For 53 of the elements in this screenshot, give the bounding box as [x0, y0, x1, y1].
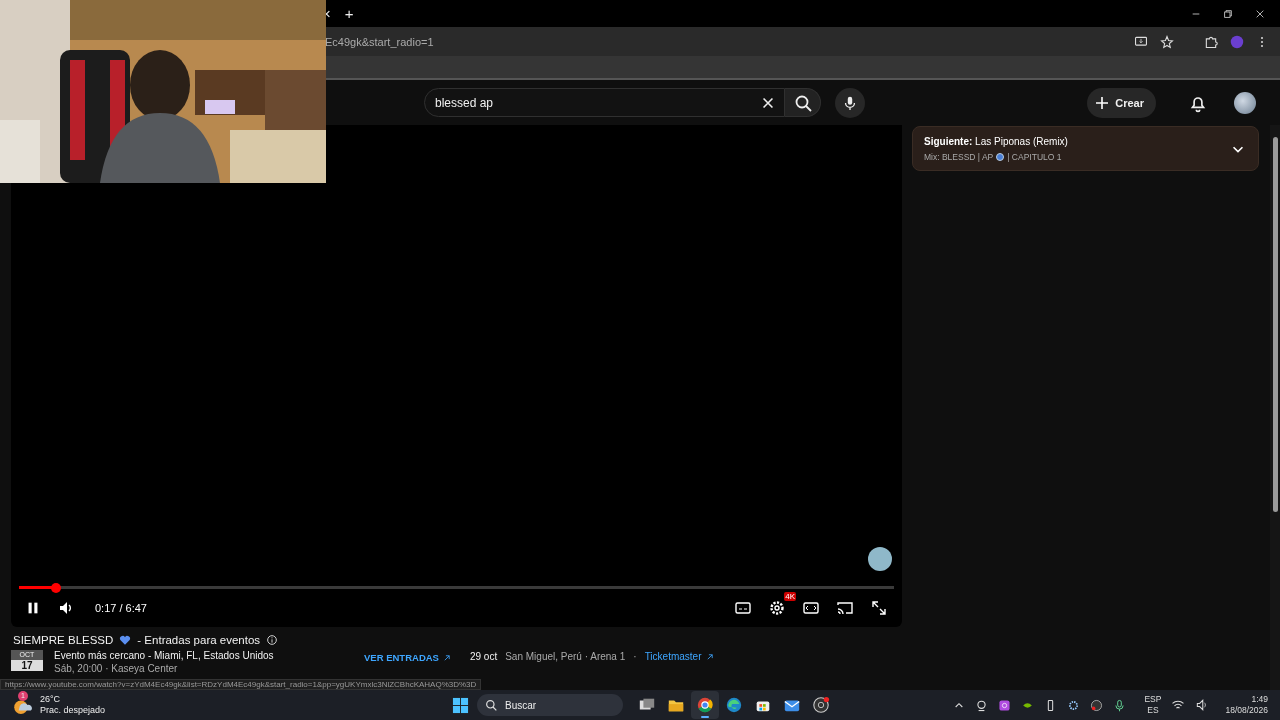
scrollbar[interactable]	[1270, 125, 1280, 690]
taskbar-search-field[interactable]: Buscar	[477, 694, 623, 716]
restore-icon	[1222, 7, 1234, 20]
mix-subtitle: Mix: BLESSD | AP	[924, 151, 994, 162]
disc-icon	[996, 152, 1005, 161]
app-tray-icon	[998, 698, 1012, 712]
info-icon	[266, 634, 279, 646]
search-icon	[485, 699, 497, 711]
theater-mode-icon	[802, 599, 820, 617]
webcam-icon	[975, 698, 989, 712]
heart-icon	[119, 634, 132, 646]
puzzle-icon	[1204, 34, 1218, 49]
voice-search-button[interactable]	[835, 87, 865, 118]
search-button[interactable]	[785, 88, 821, 117]
install-icon	[1134, 34, 1148, 49]
up-next-title: Siguiente: Las Piponas (Remix)	[924, 135, 1069, 147]
ticket-heading: SIEMPRE BLESSD	[13, 634, 114, 646]
temperature: 26°C	[40, 694, 62, 705]
avatar[interactable]	[1234, 91, 1256, 114]
keyboard-layout[interactable]: ES	[1147, 705, 1159, 716]
clock-date: 18/08/2026	[1225, 705, 1268, 716]
ticket-heading-suffix: - Entradas para eventos	[137, 634, 261, 646]
microphone-icon	[1113, 698, 1127, 712]
cast-icon	[836, 599, 854, 617]
search-field[interactable]: blessed ap	[424, 88, 785, 117]
new-tab-button[interactable]: +	[344, 5, 354, 22]
microphone-icon	[842, 94, 858, 111]
quality-badge: 4K	[784, 592, 796, 601]
tickets-link[interactable]: VER ENTRADAS	[364, 652, 452, 663]
create-button[interactable]: Crear	[1087, 87, 1156, 118]
event-title: Evento más cercano - Miami, FL, Estados Unidos	[54, 650, 275, 661]
event-date: 29 oct	[469, 651, 498, 662]
subtitles-icon	[734, 599, 752, 617]
separator-dot: ·	[633, 651, 637, 662]
settings-icon	[768, 599, 786, 617]
mix-chapter: | CAPITULO 1	[1007, 151, 1062, 162]
star-icon	[1160, 34, 1174, 49]
fullscreen-icon	[870, 599, 888, 617]
video-player[interactable]: 0:17 / 6:47 4K	[11, 125, 902, 627]
taskbar-app[interactable]	[691, 691, 719, 719]
event-day: 17	[11, 660, 43, 671]
time-display: 0:17 / 6:47	[95, 602, 147, 614]
clock-time: 1:49	[1251, 694, 1268, 705]
ticketmaster-link[interactable]: Ticketmaster	[644, 651, 715, 662]
search-icon	[793, 93, 812, 112]
event-detail: Sáb, 20:00 · Kaseya Center	[54, 663, 179, 674]
event-venue: San Miguel, Perú · Arena 1	[505, 651, 626, 662]
input-language[interactable]: ESP	[1144, 694, 1162, 705]
gear-icon	[1067, 698, 1081, 712]
up-next-panel[interactable]: Siguiente: Las Piponas (Remix) Mix: BLESSD | AP | CAPITULO 1	[912, 126, 1259, 171]
windows-start-icon	[452, 696, 469, 714]
weather-condition: Prac. despejado	[40, 705, 106, 716]
profile-icon	[1230, 34, 1244, 49]
